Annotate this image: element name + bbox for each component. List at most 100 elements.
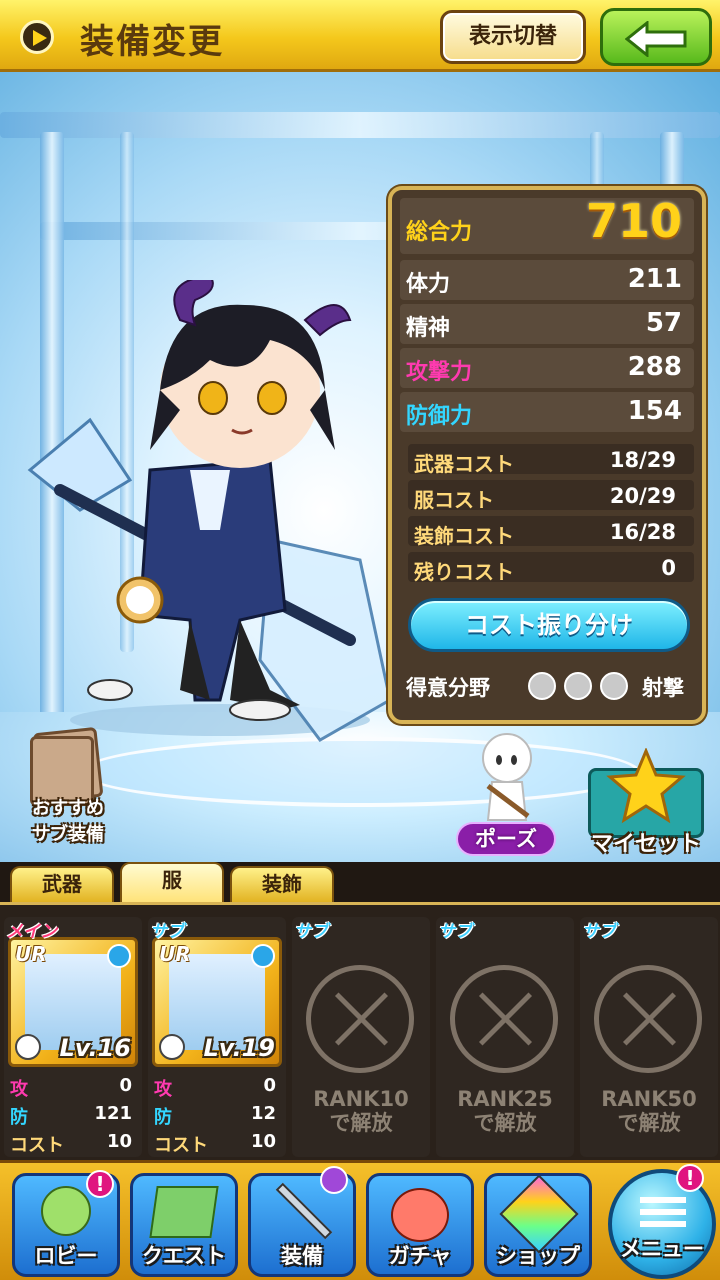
equip-slot-sub-1[interactable]: UR Lv.19 サブ 攻 0 防 12 コスト 10 [148,917,286,1157]
back-button[interactable] [600,8,712,66]
notification-badge: ! [676,1164,704,1192]
locked-x-icon [594,965,702,1073]
nav-shop-label: ショップ [496,1244,580,1268]
remaining-cost-value: 0 [661,556,676,580]
gun-icon [564,672,592,700]
unlock-rank-label: RANK10 で解放 [292,1087,430,1135]
nav-quest-label: クエスト [142,1244,226,1268]
bottom-nav: ロビー ! クエスト 装備 ガチャ ショップ メニュー [0,1160,720,1280]
fist-icon [600,672,628,700]
clothes-cost-label: 服コスト [414,488,494,512]
equip-slot-main[interactable]: UR Lv.16 メイン 攻 0 防 121 コスト 10 [4,917,142,1157]
screen: 装備変更 表示切替 総合力 710 体力 211 精神 57 攻撃力 288 防… [0,0,720,1280]
attack-line: 攻 0 [154,1075,280,1101]
total-power-label: 総合力 [406,220,473,245]
nav-shop[interactable]: ショップ [484,1173,592,1277]
pose-label: ポーズ [456,822,556,856]
defense-line: 防 12 [154,1103,280,1129]
notification-badge: ! [86,1170,114,1198]
weapon-cost-value: 18/29 [609,448,676,472]
remaining-cost-label: 残りコスト [414,560,514,584]
star-icon [606,748,686,824]
locked-x-icon [306,965,414,1073]
clothes-cost-value: 20/29 [609,484,676,508]
pose-button[interactable]: ポーズ [452,730,562,860]
crosshair-icon [528,672,556,700]
cost-value: 10 [250,1131,276,1152]
equip-card[interactable]: UR Lv.16 [8,937,138,1067]
tab-accessory[interactable]: 装飾 [230,866,334,902]
recommend-label-1: おすすめ [32,798,104,819]
water-element-icon [107,944,131,968]
defense-value: 12 [250,1103,276,1124]
equip-slot-locked-3[interactable]: サブ RANK50 で解放 [580,917,718,1157]
cost-key: コスト [154,1135,208,1156]
stat-spirit-value: 57 [645,308,682,338]
recommend-sub-equip-button[interactable]: おすすめ サブ装備 [6,726,126,850]
unlock-rank-line1: RANK10 [313,1087,409,1111]
nav-equip-label: 装備 [281,1244,323,1268]
pose-figure-icon [482,733,532,821]
stat-attack-value: 288 [627,352,682,382]
defense-value: 121 [94,1103,132,1124]
cost-key: コスト [10,1135,64,1156]
menu-icon [640,1197,686,1203]
stat-spirit-label: 精神 [406,316,451,341]
cost-line: コスト 10 [154,1131,280,1157]
attack-key: 攻 [10,1079,28,1100]
total-power-value: 710 [585,194,682,248]
cost-distribute-button[interactable]: コスト振り分け [408,598,690,652]
level-label: Lv.19 [203,1034,276,1062]
myset-button[interactable]: マイセット [578,748,714,864]
equip-icon [275,1182,333,1240]
nav-gacha-label: ガチャ [388,1244,452,1268]
tab-clothes[interactable]: 服 [120,862,224,902]
attack-value: 0 [119,1075,132,1096]
stat-defense-value: 154 [627,396,682,426]
defense-key: 防 [10,1107,28,1128]
unlock-rank-line1: RANK50 [601,1087,697,1111]
tab-weapon[interactable]: 武器 [10,866,114,902]
unlock-rank-line1: RANK25 [457,1087,553,1111]
stat-attack-label: 攻撃力 [406,360,473,385]
locked-x-icon [450,965,558,1073]
unlock-rank-line2: で解放 [473,1111,537,1135]
water-element-icon [251,944,275,968]
nav-gacha[interactable]: ガチャ [366,1173,474,1277]
cost-value: 10 [106,1131,132,1152]
slot-tag: サブ [438,922,472,942]
specialty-value: 射撃 [642,676,684,700]
attack-line: 攻 0 [10,1075,136,1101]
specialty-label: 得意分野 [406,676,490,700]
lobby-icon [41,1186,91,1236]
level-label: Lv.16 [59,1034,132,1062]
nav-quest[interactable]: クエスト [130,1173,238,1277]
myset-label: マイセット [590,832,701,857]
equip-slot-locked-2[interactable]: サブ RANK25 で解放 [436,917,574,1157]
weapon-cost-label: 武器コスト [414,452,514,476]
header-bar: 装備変更 表示切替 [0,0,720,72]
rarity-badge: UR [15,942,47,966]
attack-value: 0 [263,1075,276,1096]
equip-card[interactable]: UR Lv.19 [152,937,282,1067]
defense-key: 防 [154,1107,172,1128]
nav-menu-label: メニュー [620,1237,704,1261]
rarity-badge: UR [159,942,191,966]
back-arrow-icon [625,21,687,57]
slot-tag: サブ [582,922,616,942]
display-toggle-button[interactable]: 表示切替 [440,10,586,64]
cost-line: コスト 10 [10,1131,136,1157]
accessory-cost-label: 装飾コスト [414,524,514,548]
shirt-icon [15,1034,41,1060]
accessory-cost-value: 16/28 [609,520,676,544]
page-title: 装備変更 [80,22,224,62]
stat-hp-value: 211 [627,264,682,294]
unlock-rank-label: RANK50 で解放 [580,1087,718,1135]
slot-tag: メイン [6,922,57,942]
quest-icon [149,1186,219,1238]
recommend-label-2: サブ装備 [32,824,104,845]
equip-slot-locked-1[interactable]: サブ RANK10 で解放 [292,917,430,1157]
unlock-rank-line2: で解放 [329,1111,393,1135]
slot-tag: サブ [150,922,184,942]
stats-panel: 総合力 710 体力 211 精神 57 攻撃力 288 防御力 154 武器コ… [388,186,706,724]
